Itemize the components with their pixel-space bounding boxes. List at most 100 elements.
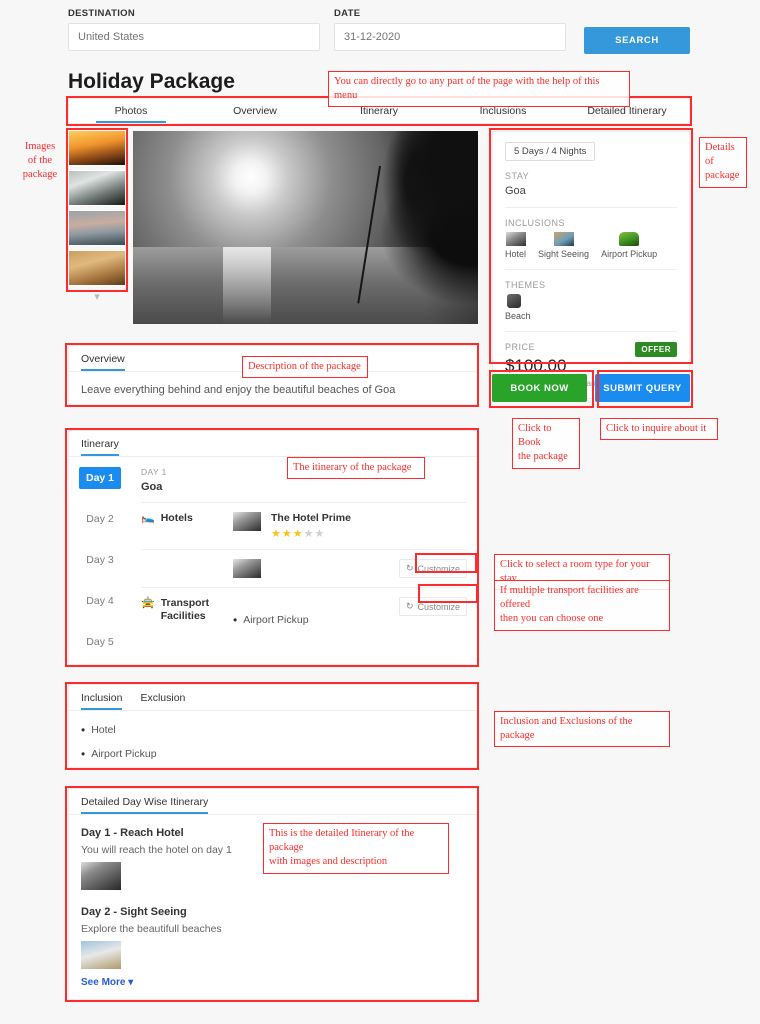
gallery-thumbnail-4[interactable] [68,250,126,286]
chevron-down-icon: ▾ [128,977,134,988]
annotation-images: Images of the package [22,141,58,181]
price-amount: $100.00 [505,356,567,375]
destination-input[interactable] [68,23,320,51]
entry-image[interactable] [81,862,121,890]
refresh-icon: ↻ [405,563,414,573]
refresh-icon: ↻ [405,601,414,611]
taxi-icon: 🚖 [141,597,155,609]
chevron-down-icon[interactable]: ▾ [68,290,126,303]
day-tab-5[interactable]: Day 5 [79,631,121,653]
nav-tab-photos[interactable]: Photos [69,99,193,123]
itinerary-hotels-row: 🛌 Hotels The Hotel Prime ★★★★★ [141,512,467,540]
package-details-panel: 5 Days / 4 Nights STAY Goa INCLUSIONS Ho… [492,131,690,399]
itinerary-transport-row: 🚖 Transport Facilities Airport Pickup ↻ … [141,597,467,627]
divider [141,549,467,550]
divider [141,587,467,588]
entry-title: Day 2 - Sight Seeing [81,906,187,918]
day-detail-panel: DAY 1 Goa 🛌 Hotels The Hotel Prime ★★★★★ [141,457,477,682]
annotation-transport: If multiple transport facilities are off… [494,580,670,631]
offer-badge: OFFER [635,342,677,357]
tab-inclusion[interactable]: Inclusion [81,685,123,710]
hero-palm-trees [346,131,478,324]
annotation-itinerary: The itinerary of the package [287,457,425,480]
inclusions-label: INCLUSIONS [505,218,566,228]
see-more-label: See More [81,977,126,988]
beach-icon [507,294,521,308]
tab-overview[interactable]: Overview [81,346,125,371]
itinerary-room-row: ↻ Customize [141,559,467,578]
theme-beach: Beach [505,294,677,321]
inclusion-hotel: Hotel [505,232,526,259]
customize-room-button[interactable]: ↻ Customize [398,559,467,578]
hotel-meta: The Hotel Prime ★★★★★ [271,512,351,540]
annotation-menu-hint: You can directly go to any part of the p… [328,71,630,108]
annotation-book: Click to Book the package [512,418,580,469]
hotel-thumbnail[interactable] [233,512,261,531]
destination-label: DESTINATION [68,8,135,19]
hotel-name: The Hotel Prime [271,512,351,524]
inclusion-card: Inclusion Exclusion Hotel Airport Pickup [68,684,478,768]
tab-itinerary[interactable]: Itinerary [81,431,119,456]
entry-description: Explore the beautifull beaches [81,923,222,935]
duration-badge: 5 Days / 4 Nights [505,142,596,161]
day-tab-3[interactable]: Day 3 [79,549,121,571]
hero-sun-glint [222,246,271,324]
search-bar: DESTINATION DATE SEARCH [68,8,690,58]
room-thumbnail[interactable] [233,559,261,578]
gallery-thumbnail-3[interactable] [68,210,126,246]
inclusion-sightseeing: Sight Seeing [538,232,589,259]
stay-label: STAY [505,171,530,181]
date-input[interactable] [334,23,566,51]
itinerary-tabs: Itinerary [69,431,477,457]
itinerary-body: Day 1 Day 2 Day 3 Day 4 Day 5 DAY 1 Goa … [69,457,477,682]
inclusion-tabs: Inclusion Exclusion [69,685,477,711]
action-buttons: BOOK NOW SUBMIT QUERY [492,374,690,402]
customize-label: Customize [417,563,460,574]
entry-image[interactable] [81,941,121,969]
day-tab-2[interactable]: Day 2 [79,508,121,530]
image-gallery: ▾ [68,130,126,303]
tab-detailed-itinerary[interactable]: Detailed Day Wise Itinerary [81,789,209,814]
tab-exclusion[interactable]: Exclusion [140,685,185,710]
car-icon [619,232,640,246]
nav-tab-overview[interactable]: Overview [193,99,317,123]
day-tab-4[interactable]: Day 4 [79,590,121,612]
destination-field-group: DESTINATION [68,8,320,51]
price-label: PRICE [505,342,536,352]
annotation-description: Description of the package [242,356,368,379]
detailed-itinerary-tabs: Detailed Day Wise Itinerary [69,789,477,815]
customize-transport-button[interactable]: ↻ Customize [398,597,467,616]
see-more-link[interactable]: See More ▾ [81,977,133,988]
hero-image[interactable] [133,131,478,324]
transport-item: Airport Pickup [233,613,399,627]
day-tab-1[interactable]: Day 1 [79,467,121,489]
sightseeing-icon [553,232,574,246]
transport-category: 🚖 Transport Facilities [141,597,233,623]
theme-label: Beach [505,311,531,321]
inclusion-label: Airport Pickup [601,249,658,259]
category-label: Hotels [160,512,193,524]
search-button[interactable]: SEARCH [584,27,690,54]
inclusion-label: Hotel [505,249,527,259]
annotation-detailed: This is the detailed Itinerary of the pa… [263,823,449,874]
hotel-icon [505,232,526,246]
divider [505,331,677,332]
annotation-details: Details of package [699,137,747,188]
inclusion-list-item: Hotel [81,723,465,737]
gallery-thumbnail-1[interactable] [68,130,126,166]
detailed-entry-2: Day 2 - Sight Seeing Explore the beautif… [81,906,465,969]
annotation-inquire: Click to inquire about it [600,418,718,441]
inclusion-list: Hotel Airport Pickup [69,711,477,783]
gallery-thumbnail-2[interactable] [68,170,126,206]
submit-query-button[interactable]: SUBMIT QUERY [595,374,690,402]
bed-icon: 🛌 [141,512,155,524]
date-label: DATE [334,8,361,19]
inclusion-label: Sight Seeing [538,249,590,259]
hotels-category: 🛌 Hotels [141,512,233,525]
page-title: Holiday Package [68,70,235,93]
annotation-inclusion: Inclusion and Exclusions of the package [494,711,670,748]
date-field-group: DATE [334,8,566,51]
divider [505,269,677,270]
divider [505,207,677,208]
book-now-button[interactable]: BOOK NOW [492,374,587,402]
